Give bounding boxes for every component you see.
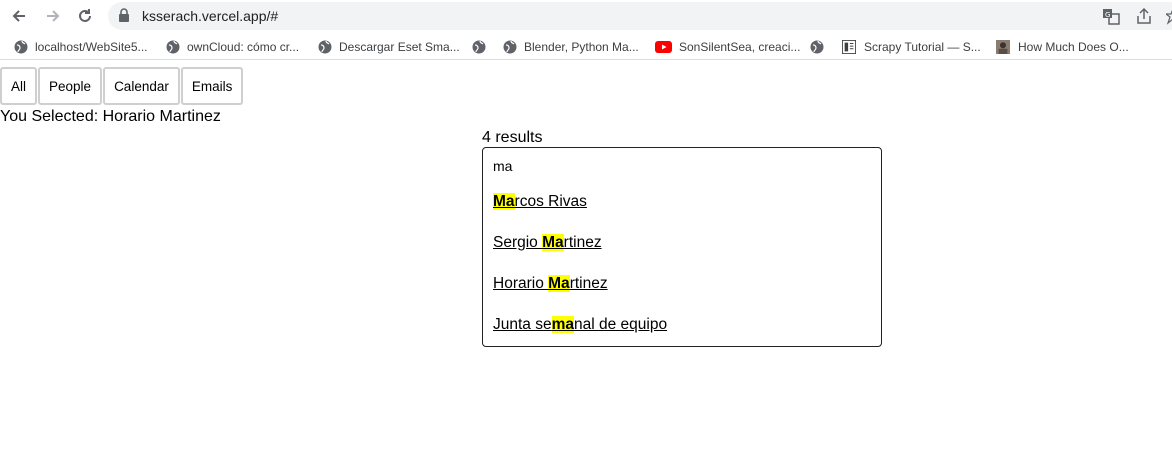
selection-label: You Selected: [0,108,103,125]
globe-icon [472,40,486,53]
tab-all[interactable]: All [0,67,38,105]
category-tabs: All People Calendar Emails [0,67,244,105]
back-arrow-icon [12,10,25,22]
bookmark-item[interactable]: How Much Does O... [995,38,1129,55]
bookmark-item[interactable] [810,38,831,55]
bookmark-item[interactable]: SonSilentSea, creaci... [655,38,800,55]
search-box: Marcos Rivas Sergio Martinez Horario Mar… [482,147,882,347]
browser-toolbar: ksserach.vercel.app/# G [0,0,1172,31]
bookmark-item[interactable]: Blender, Python Ma... [503,38,639,55]
bookmark-star-icon[interactable] [1166,7,1172,25]
share-icon[interactable] [1135,7,1153,25]
bookmark-item[interactable]: Scrapy Tutorial — S... [841,38,981,55]
match-highlight: Ma [542,234,564,251]
tab-emails[interactable]: Emails [180,67,244,105]
svg-text:G: G [1105,11,1110,19]
match-highlight: ma [551,316,575,333]
result-item[interactable]: Marcos Rivas [493,193,587,215]
bookmark-item[interactable]: Descargar Eset Sma... [318,38,460,55]
forward-arrow-icon [47,10,60,22]
globe-icon [503,40,517,53]
globe-icon [14,40,28,53]
selection-value: Horario Martinez [102,108,221,125]
lock-icon [119,8,129,22]
tab-calendar[interactable]: Calendar [103,67,180,105]
globe-icon [318,40,332,53]
address-bar[interactable]: ksserach.vercel.app/# G [108,2,1172,30]
globe-icon [810,40,824,53]
results-count: 4 results [482,129,543,146]
result-item[interactable]: Junta semanal de equipo [493,316,667,338]
photo-icon [996,39,1010,54]
translate-icon[interactable]: G [1102,7,1120,25]
match-highlight: Ma [493,193,515,210]
reload-button[interactable] [72,3,98,29]
tab-people[interactable]: People [38,67,103,105]
forward-button[interactable] [40,3,66,29]
bookmark-item[interactable]: localhost/WebSite5... [14,38,148,55]
search-input[interactable] [493,156,863,176]
bookmarks-bar: localhost/WebSite5... ownCloud: cómo cr.… [0,34,1172,60]
reload-icon [79,9,91,22]
back-button[interactable] [6,3,32,29]
result-item[interactable]: Horario Martinez [493,275,608,297]
result-item[interactable]: Sergio Martinez [493,234,602,256]
youtube-icon [655,40,672,53]
selection-status: You Selected: Horario Martinez [0,108,221,126]
globe-icon [166,40,180,53]
document-icon [842,39,856,54]
match-highlight: Ma [548,275,570,292]
url-text: ksserach.vercel.app/# [142,8,279,24]
bookmark-item[interactable]: ownCloud: cómo cr... [166,38,299,55]
bookmark-item[interactable] [472,38,493,55]
